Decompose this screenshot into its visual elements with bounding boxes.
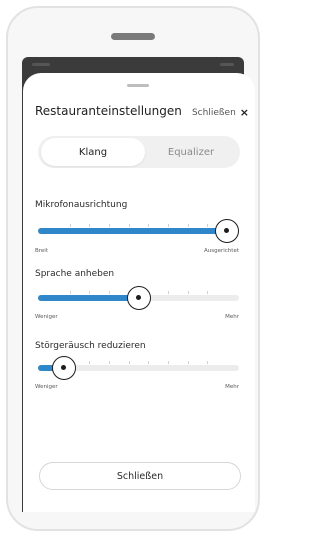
slider-min-label: Weniger bbox=[35, 384, 58, 390]
slider-fill bbox=[38, 295, 139, 301]
slider-tick bbox=[128, 224, 130, 227]
slider-tick bbox=[89, 361, 91, 364]
slider-tick bbox=[207, 291, 209, 294]
slider-max-label: Mehr bbox=[225, 384, 239, 390]
close-icon: × bbox=[239, 106, 249, 119]
sheet-title: Restauranteinstellungen bbox=[35, 104, 182, 118]
slider-tick bbox=[109, 291, 110, 294]
slider-tick bbox=[148, 361, 150, 364]
slider-label-speech: Sprache anheben bbox=[35, 269, 115, 279]
slider-tick bbox=[207, 361, 209, 364]
slider-tick bbox=[148, 224, 150, 227]
close-button[interactable]: Schließen bbox=[39, 462, 241, 490]
slider-label-microphone: Mikrofonausrichtung bbox=[35, 200, 128, 210]
slider-tick bbox=[187, 224, 189, 227]
sheet-drag-handle[interactable] bbox=[127, 84, 149, 87]
slider-fill bbox=[38, 228, 227, 234]
slider-tick bbox=[187, 291, 189, 294]
slider-tick bbox=[168, 224, 169, 227]
slider-tick bbox=[89, 224, 91, 227]
slider-tick bbox=[207, 224, 209, 227]
close-top-label: Schließen bbox=[191, 107, 236, 118]
slider-thumb[interactable] bbox=[52, 356, 77, 380]
status-indicator bbox=[220, 63, 234, 66]
phone-speaker bbox=[111, 33, 155, 40]
slider-tick bbox=[69, 224, 71, 227]
slider-max-label: Mehr bbox=[225, 314, 239, 320]
settings-sheet: Restauranteinstellungen Schließen × Klan… bbox=[23, 73, 255, 512]
slider-tick bbox=[69, 291, 71, 294]
tab-equalizer[interactable]: Equalizer bbox=[145, 138, 237, 166]
slider-max-label: Ausgerichtet bbox=[204, 248, 239, 254]
slider-min-label: Breit bbox=[35, 248, 48, 254]
status-indicator bbox=[32, 63, 50, 66]
slider-track-noise[interactable] bbox=[38, 356, 239, 380]
slider-tick bbox=[89, 291, 91, 294]
tab-switcher: Klang Equalizer bbox=[38, 136, 240, 168]
slider-min-label: Weniger bbox=[35, 314, 58, 320]
slider-tick bbox=[168, 361, 169, 364]
slider-tick bbox=[187, 361, 189, 364]
slider-thumb[interactable] bbox=[215, 219, 239, 243]
slider-track-microphone[interactable] bbox=[38, 219, 239, 243]
slider-track-speech[interactable] bbox=[38, 286, 239, 310]
slider-label-noise: Störgeräusch reduzieren bbox=[35, 341, 146, 351]
slider-tick bbox=[168, 291, 169, 294]
close-top-button[interactable]: Schließen × bbox=[192, 107, 249, 118]
tab-klang[interactable]: Klang bbox=[41, 138, 145, 166]
slider-tick bbox=[109, 361, 110, 364]
slider-thumb[interactable] bbox=[126, 286, 151, 310]
slider-tick bbox=[109, 224, 110, 227]
slider-tick bbox=[128, 361, 130, 364]
